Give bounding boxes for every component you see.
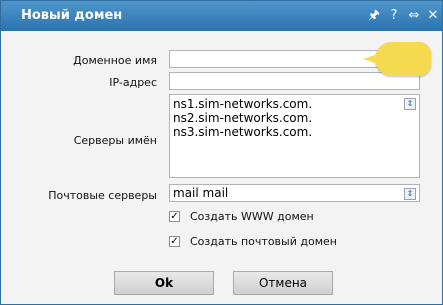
mail-servers-label: Почтовые серверы: [48, 189, 157, 202]
yellow-tooltip: [363, 42, 431, 76]
name-servers-label: Серверы имён: [73, 134, 157, 147]
mail-servers-value: mail mail: [173, 186, 229, 200]
name-server-line: ns2.sim-networks.com.: [173, 111, 313, 125]
help-icon[interactable]: ?: [386, 8, 402, 24]
new-domain-dialog: Новый домен 🖈 ? ⇔ ✕ Доменное имя IP-адре…: [0, 0, 443, 305]
spin-up-down-icon[interactable]: ⇕: [404, 188, 416, 200]
create-mail-label: Создать почтовый домен: [190, 235, 337, 248]
resize-icon[interactable]: ⇔: [406, 8, 422, 24]
mail-servers-select[interactable]: mail mail ⇕: [169, 184, 420, 202]
create-www-checkbox[interactable]: ✓: [169, 211, 180, 222]
name-server-line: ns1.sim-networks.com.: [173, 97, 313, 111]
title-bar[interactable]: Новый домен 🖈 ? ⇔ ✕: [1, 1, 442, 31]
close-icon[interactable]: ✕: [425, 8, 441, 24]
cancel-button[interactable]: Отмена: [233, 271, 333, 295]
name-servers-textarea[interactable]: ns1.sim-networks.com. ns2.sim-networks.c…: [169, 94, 420, 178]
spin-up-down-icon[interactable]: ⇕: [404, 98, 416, 110]
ok-button[interactable]: Ok: [114, 271, 214, 295]
domain-name-label: Доменное имя: [73, 54, 157, 67]
ip-address-label: IP-адрес: [109, 76, 157, 89]
create-mail-checkbox[interactable]: ✓: [169, 236, 180, 247]
ip-address-input[interactable]: [169, 72, 420, 90]
create-www-label: Создать WWW домен: [190, 210, 314, 223]
dialog-title: Новый домен: [21, 8, 123, 23]
pin-icon[interactable]: 🖈: [366, 8, 382, 24]
name-server-line: ns3.sim-networks.com.: [173, 125, 313, 139]
